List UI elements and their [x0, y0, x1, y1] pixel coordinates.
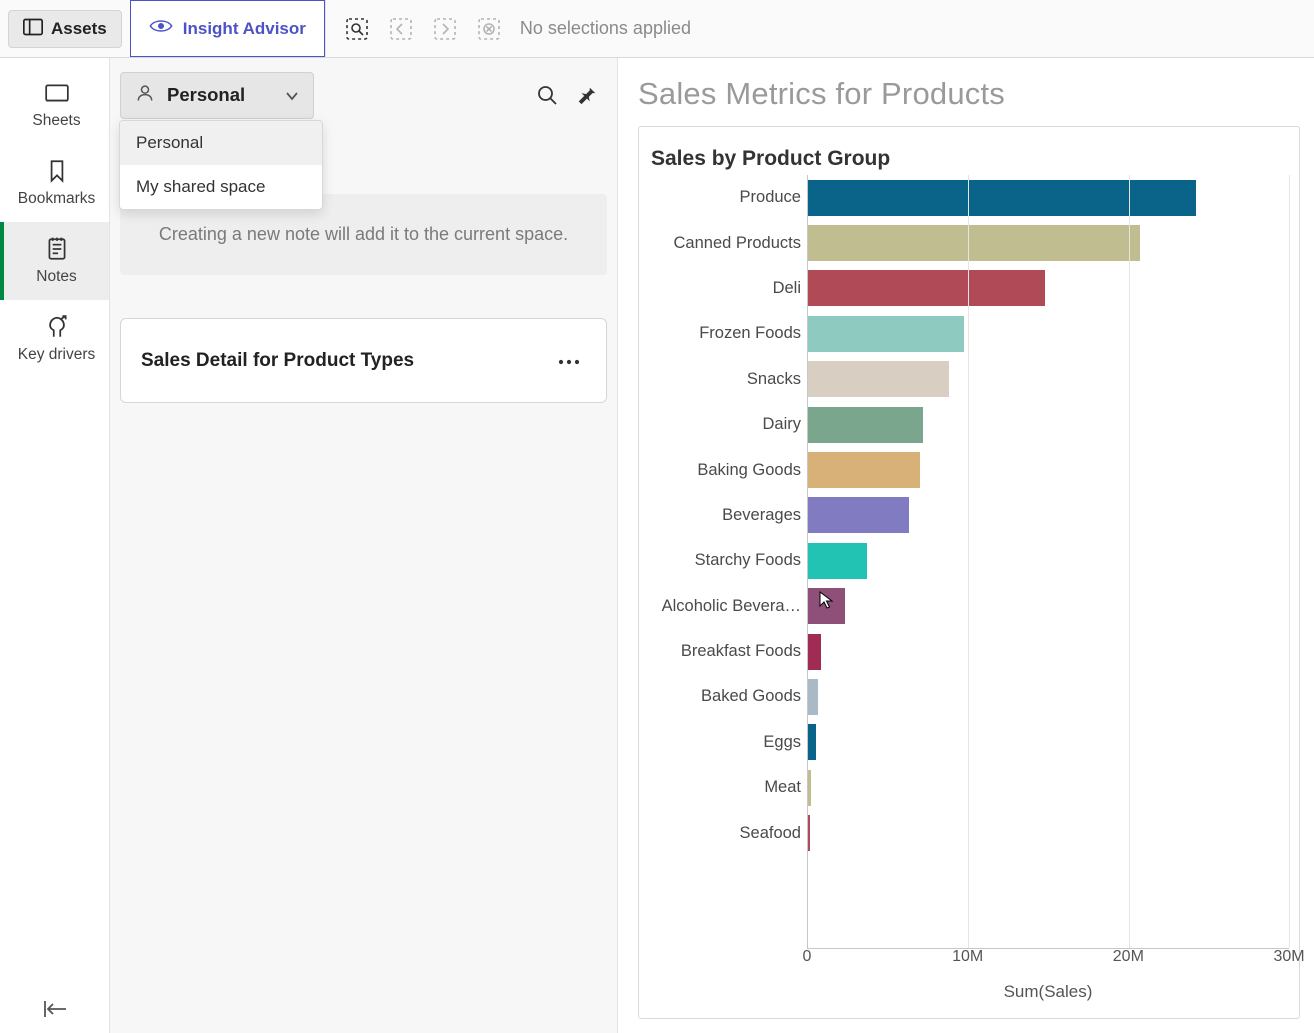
notes-icon: [44, 236, 70, 262]
x-axis-label: Sum(Sales): [807, 982, 1289, 1002]
space-option-shared[interactable]: My shared space: [120, 165, 322, 209]
search-icon: [535, 83, 559, 107]
chart-bar[interactable]: [808, 724, 816, 760]
chart-category-label: Frozen Foods: [649, 311, 807, 356]
x-tick-label: 30M: [1273, 948, 1304, 966]
sheet-icon: [44, 80, 70, 106]
chart-bar[interactable]: [808, 407, 923, 443]
chart-card: Sales by Product Group ProduceCanned Pro…: [638, 126, 1300, 1019]
rail-label: Key drivers: [18, 346, 96, 364]
chart-bar[interactable]: [808, 543, 867, 579]
chart-bar[interactable]: [808, 452, 920, 488]
chart-category-label: Eggs: [649, 720, 807, 765]
chart-category-labels: ProduceCanned ProductsDeliFrozen FoodsSn…: [649, 175, 807, 948]
note-card-title: Sales Detail for Product Types: [141, 350, 414, 372]
pin-icon: [576, 84, 598, 106]
chart-bar[interactable]: [808, 770, 811, 806]
assets-label: Assets: [51, 19, 107, 39]
chart-category-label: Dairy: [649, 402, 807, 447]
no-selections-label: No selections applied: [520, 18, 691, 39]
chart-bar[interactable]: [808, 497, 909, 533]
chart-bar[interactable]: [808, 588, 845, 624]
space-option-personal[interactable]: Personal: [120, 121, 322, 165]
space-selected-label: Personal: [167, 84, 245, 106]
chart-bar[interactable]: [808, 679, 818, 715]
collapse-rail-button[interactable]: [0, 999, 109, 1019]
keydrivers-icon: [44, 314, 70, 340]
right-panel: Sales Metrics for Products Sales by Prod…: [618, 58, 1314, 1033]
clear-selections-icon[interactable]: [476, 16, 502, 42]
bookmark-icon: [44, 158, 70, 184]
rail-item-sheets[interactable]: Sheets: [0, 66, 109, 144]
rail-label: Notes: [36, 268, 77, 286]
chart-category-label: Alcoholic Bevera…: [649, 584, 807, 629]
chart-category-label: Starchy Foods: [649, 538, 807, 583]
notes-info-text: Creating a new note will add it to the c…: [159, 224, 568, 244]
chart-category-label: Produce: [649, 175, 807, 220]
user-icon: [135, 83, 155, 108]
more-icon: [558, 358, 580, 366]
rail-item-keydrivers[interactable]: Key drivers: [0, 300, 109, 378]
chart-x-axis: Sum(Sales) 010M20M30M: [807, 948, 1289, 1008]
left-rail: Sheets Bookmarks Notes Key drivers: [0, 58, 110, 1033]
chart-category-label: Deli: [649, 266, 807, 311]
top-toolbar: Assets Insight Advisor: [0, 0, 1314, 58]
pin-button[interactable]: [567, 75, 607, 115]
chart-category-label: Beverages: [649, 493, 807, 538]
chart-body: ProduceCanned ProductsDeliFrozen FoodsSn…: [649, 175, 1289, 948]
chart-bar[interactable]: [808, 634, 821, 670]
search-notes-button[interactable]: [527, 75, 567, 115]
assets-button[interactable]: Assets: [8, 10, 122, 48]
collapse-icon: [42, 999, 68, 1019]
chart-bar[interactable]: [808, 815, 810, 851]
note-card[interactable]: Sales Detail for Product Types: [120, 318, 607, 403]
selection-tools: [325, 0, 520, 57]
chevron-down-icon: [285, 84, 299, 106]
step-back-icon[interactable]: [388, 16, 414, 42]
eye-icon: [149, 16, 173, 41]
x-tick-label: 10M: [952, 948, 983, 966]
space-dropdown[interactable]: Personal: [120, 72, 314, 119]
chart-bar[interactable]: [808, 270, 1045, 306]
chart-category-label: Breakfast Foods: [649, 629, 807, 674]
rail-label: Bookmarks: [18, 190, 96, 208]
rail-item-notes[interactable]: Notes: [0, 222, 109, 300]
rail-item-bookmarks[interactable]: Bookmarks: [0, 144, 109, 222]
space-dropdown-menu: Personal My shared space: [119, 120, 323, 210]
panel-icon: [23, 18, 43, 41]
chart-category-label: Baking Goods: [649, 447, 807, 492]
chart-bar[interactable]: [808, 361, 949, 397]
rail-label: Sheets: [32, 112, 80, 130]
chart-category-label: Canned Products: [649, 220, 807, 265]
chart-category-label: Seafood: [649, 810, 807, 855]
chart-category-label: Meat: [649, 765, 807, 810]
insight-label: Insight Advisor: [183, 19, 306, 39]
chart-title: Sales by Product Group: [649, 147, 1289, 171]
chart-bar[interactable]: [808, 316, 964, 352]
chart-category-label: Baked Goods: [649, 674, 807, 719]
insight-advisor-button[interactable]: Insight Advisor: [130, 0, 325, 57]
chart-category-label: Snacks: [649, 357, 807, 402]
notes-panel: Personal Personal My shared space: [110, 58, 618, 1033]
step-forward-icon[interactable]: [432, 16, 458, 42]
page-title: Sales Metrics for Products: [638, 76, 1300, 112]
chart-plot-area[interactable]: [807, 175, 1289, 948]
chart-bar[interactable]: [808, 180, 1196, 216]
smart-search-icon[interactable]: [344, 16, 370, 42]
x-tick-label: 0: [803, 948, 812, 966]
x-tick-label: 20M: [1113, 948, 1144, 966]
chart-bar[interactable]: [808, 225, 1140, 261]
note-card-menu-button[interactable]: [552, 345, 586, 376]
